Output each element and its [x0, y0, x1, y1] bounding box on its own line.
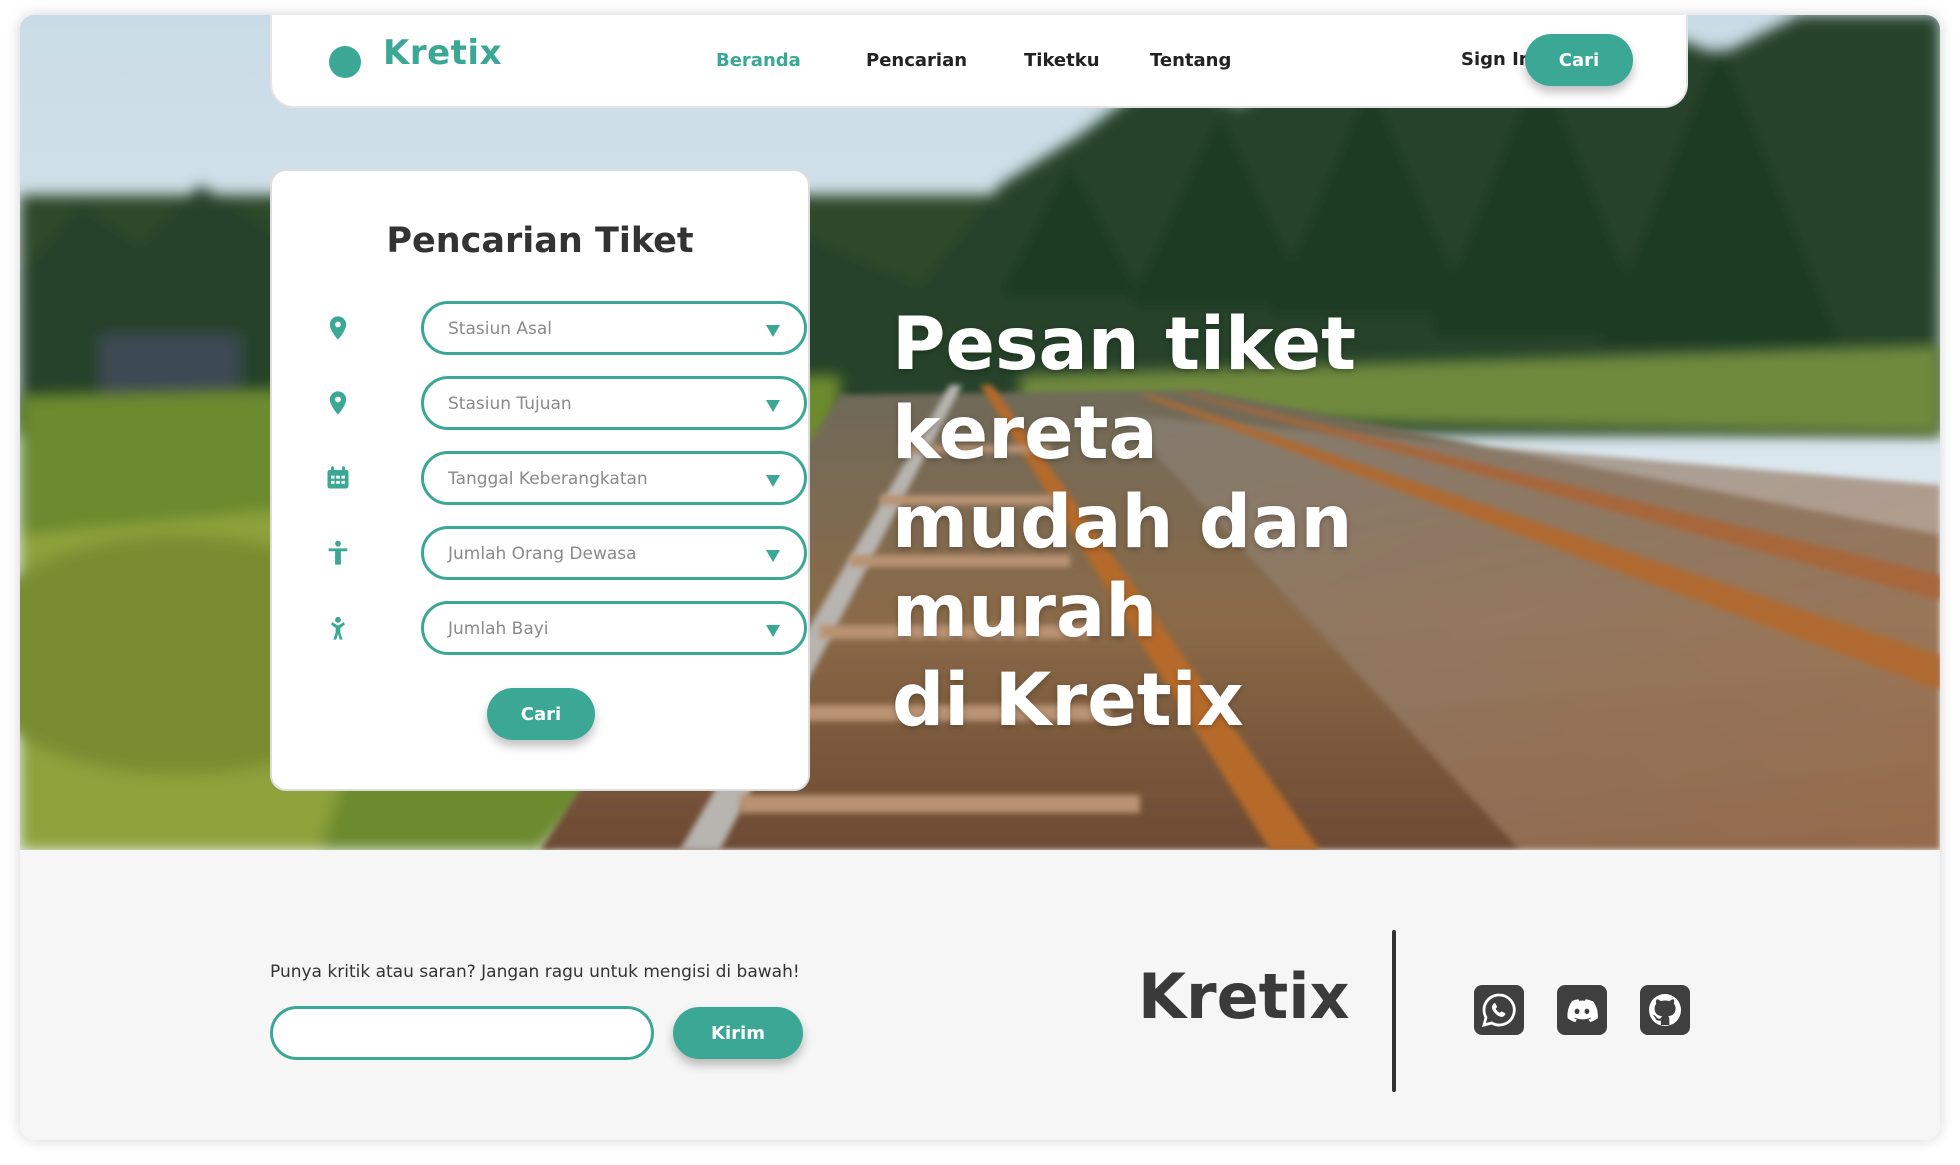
field-row-infants: Jumlah Bayi — [324, 601, 807, 655]
calendar-icon — [327, 466, 349, 489]
discord-link[interactable] — [1557, 985, 1607, 1035]
adult-person-icon — [328, 540, 348, 565]
github-link[interactable] — [1640, 985, 1690, 1035]
top-navbar: Kretix Beranda Pencarian Tiketku Tentang… — [270, 15, 1688, 108]
field-row-destination: Stasiun Tujuan — [324, 376, 807, 430]
nav-link-tiketku[interactable]: Tiketku — [1024, 50, 1100, 71]
adult-count-placeholder: Jumlah Orang Dewasa — [448, 544, 637, 564]
infant-count-select[interactable]: Jumlah Bayi — [421, 601, 807, 655]
origin-station-select[interactable]: Stasiun Asal — [421, 301, 807, 355]
discord-icon — [1567, 999, 1598, 1023]
footer-divider — [1392, 930, 1396, 1092]
footer: Punya kritik atau saran? Jangan ragu unt… — [20, 850, 1940, 1140]
location-pin-icon — [329, 391, 347, 415]
nav-link-tentang[interactable]: Tentang — [1150, 50, 1231, 71]
destination-station-placeholder: Stasiun Tujuan — [448, 394, 572, 414]
hero-section: Kretix Beranda Pencarian Tiketku Tentang… — [20, 15, 1940, 850]
page-frame: Kretix Beranda Pencarian Tiketku Tentang… — [20, 15, 1940, 1140]
search-submit-button[interactable]: Cari — [487, 688, 595, 740]
feedback-label: Punya kritik atau saran? Jangan ragu unt… — [270, 962, 800, 982]
card-title: Pencarian Tiket — [386, 221, 694, 261]
destination-station-select[interactable]: Stasiun Tujuan — [421, 376, 807, 430]
field-row-origin: Stasiun Asal — [324, 301, 807, 355]
nav-cari-button[interactable]: Cari — [1525, 34, 1633, 86]
brand-logo[interactable]: Kretix — [383, 33, 502, 73]
chevron-down-icon — [766, 400, 780, 412]
field-row-adults: Jumlah Orang Dewasa — [324, 526, 807, 580]
departure-date-select[interactable]: Tanggal Keberangkatan — [421, 451, 807, 505]
location-pin-icon — [329, 316, 347, 340]
whatsapp-link[interactable] — [1474, 985, 1524, 1035]
chevron-down-icon — [766, 550, 780, 562]
departure-date-placeholder: Tanggal Keberangkatan — [448, 469, 648, 489]
sign-in-link[interactable]: Sign In — [1461, 49, 1532, 70]
infant-count-placeholder: Jumlah Bayi — [448, 619, 549, 639]
chevron-down-icon — [766, 325, 780, 337]
adult-count-select[interactable]: Jumlah Orang Dewasa — [421, 526, 807, 580]
github-icon — [1649, 994, 1681, 1026]
whatsapp-icon — [1482, 993, 1516, 1027]
chevron-down-icon — [766, 625, 780, 637]
ticket-search-card: Pencarian Tiket Stasiun Asal Stasiun Tuj… — [270, 169, 810, 791]
hero-headline-line-1: Pesan tiket kereta — [892, 302, 1357, 476]
nav-link-beranda[interactable]: Beranda — [716, 50, 801, 71]
footer-brand: Kretix — [1138, 960, 1350, 1033]
feedback-input[interactable] — [270, 1006, 654, 1060]
chevron-down-icon — [766, 475, 780, 487]
hero-headline-line-3: di Kretix — [892, 658, 1244, 743]
child-person-icon — [331, 616, 345, 640]
hero-headline-line-2: mudah dan murah — [892, 480, 1353, 654]
hero-headline: Pesan tiket kereta mudah dan murah di Kr… — [892, 300, 1592, 745]
feedback-send-button[interactable]: Kirim — [673, 1007, 803, 1059]
logo-icon — [329, 46, 361, 78]
origin-station-placeholder: Stasiun Asal — [448, 319, 553, 339]
nav-link-pencarian[interactable]: Pencarian — [866, 50, 967, 71]
field-row-date: Tanggal Keberangkatan — [324, 451, 807, 505]
